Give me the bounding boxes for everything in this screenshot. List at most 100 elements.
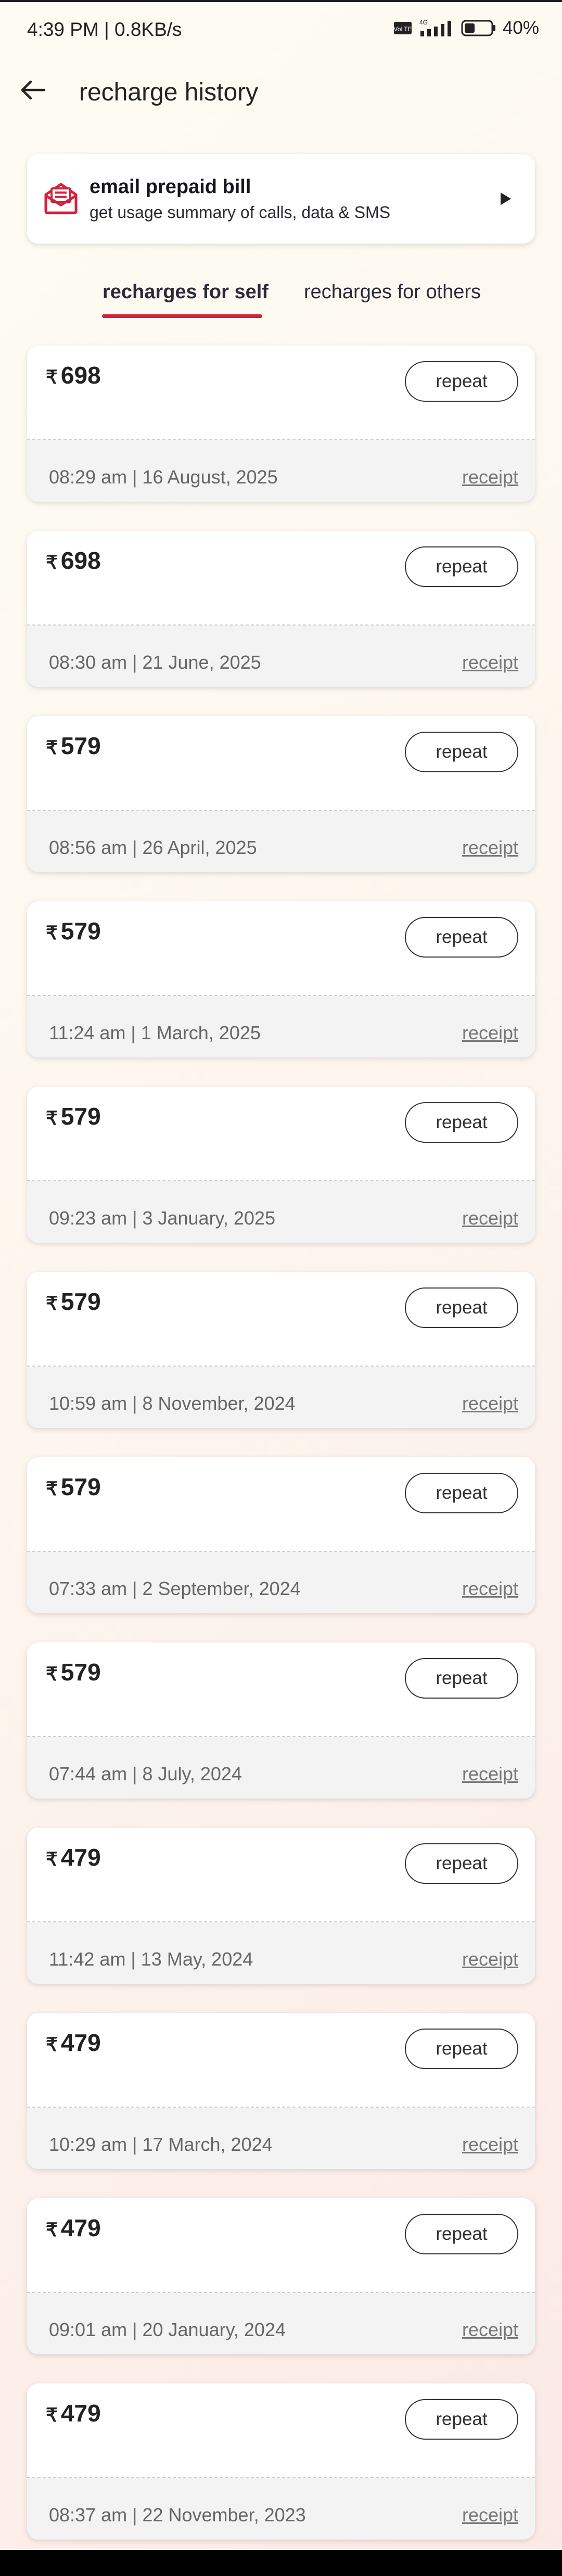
dashed-divider bbox=[27, 2292, 535, 2293]
navigation-bar bbox=[0, 2550, 562, 2576]
recharge-amount: ₹579 bbox=[46, 1473, 101, 1501]
recharge-card: ₹479 repeat 11:42 am | 13 May, 2024 receipt bbox=[27, 1828, 535, 1984]
amount-value: 479 bbox=[60, 1844, 101, 1871]
recharge-amount: ₹479 bbox=[46, 1843, 101, 1871]
rupee-symbol: ₹ bbox=[46, 2219, 58, 2240]
email-card-subtitle: get usage summary of calls, data & SMS bbox=[90, 203, 391, 222]
dashed-divider bbox=[27, 1736, 535, 1737]
repeat-button[interactable]: repeat bbox=[405, 732, 518, 772]
dashed-divider bbox=[27, 1180, 535, 1181]
repeat-button[interactable]: repeat bbox=[405, 546, 518, 587]
recharge-card: ₹479 repeat 08:37 am | 22 November, 2023 re… bbox=[27, 2383, 535, 2540]
status-icons: VoLTE 4G 40% bbox=[393, 18, 539, 39]
dashed-divider bbox=[27, 995, 535, 996]
repeat-button[interactable]: repeat bbox=[405, 2214, 518, 2254]
battery-icon bbox=[461, 20, 495, 36]
recharge-card: ₹579 repeat 09:23 am | 3 January, 2025 rece… bbox=[27, 1087, 535, 1243]
receipt-link[interactable]: receipt bbox=[462, 1022, 518, 1044]
repeat-button[interactable]: repeat bbox=[405, 1473, 518, 1513]
back-button[interactable] bbox=[16, 73, 50, 107]
receipt-link[interactable]: receipt bbox=[462, 1393, 518, 1414]
recharge-amount: ₹479 bbox=[46, 2029, 101, 2057]
recharge-datetime: 08:56 am | 26 April, 2025 bbox=[49, 837, 257, 858]
receipt-link[interactable]: receipt bbox=[462, 1207, 518, 1229]
rupee-symbol: ₹ bbox=[46, 1107, 58, 1129]
receipt-link[interactable]: receipt bbox=[462, 1763, 518, 1785]
battery-percent: 40% bbox=[502, 18, 539, 38]
rupee-symbol: ₹ bbox=[46, 1848, 58, 1870]
recharge-amount: ₹579 bbox=[46, 732, 101, 760]
recharge-card: ₹579 repeat 11:24 am | 1 March, 2025 receip… bbox=[27, 901, 535, 1057]
card-footer: 07:33 am | 2 September, 2024 receipt bbox=[27, 1552, 535, 1613]
amount-value: 579 bbox=[60, 732, 101, 759]
repeat-button[interactable]: repeat bbox=[405, 2029, 518, 2069]
dashed-divider bbox=[27, 1921, 535, 1922]
recharge-datetime: 10:29 am | 17 March, 2024 bbox=[49, 2134, 273, 2155]
receipt-link[interactable]: receipt bbox=[462, 2319, 518, 2341]
repeat-button[interactable]: repeat bbox=[405, 1287, 518, 1328]
recharge-amount: ₹698 bbox=[46, 546, 101, 575]
rupee-symbol: ₹ bbox=[46, 922, 58, 943]
amount-value: 579 bbox=[60, 1659, 101, 1686]
repeat-button[interactable]: repeat bbox=[405, 1843, 518, 1884]
amount-value: 698 bbox=[60, 547, 101, 574]
recharge-datetime: 11:42 am | 13 May, 2024 bbox=[49, 1948, 253, 1970]
recharge-card: ₹579 repeat 10:59 am | 8 November, 2024 rec… bbox=[27, 1272, 535, 1428]
card-footer: 10:59 am | 8 November, 2024 receipt bbox=[27, 1367, 535, 1428]
card-footer: 07:44 am | 8 July, 2024 receipt bbox=[27, 1737, 535, 1799]
email-card-title: email prepaid bill bbox=[90, 176, 251, 198]
receipt-link[interactable]: receipt bbox=[462, 466, 518, 488]
recharge-list: ₹698 repeat 08:29 am | 16 August, 2025 rece… bbox=[27, 346, 535, 2569]
amount-value: 579 bbox=[60, 1103, 101, 1130]
dashed-divider bbox=[27, 1551, 535, 1552]
recharge-card: ₹579 repeat 08:56 am | 26 April, 2025 recei… bbox=[27, 716, 535, 872]
recharge-card: ₹579 repeat 07:33 am | 2 September, 2024 re… bbox=[27, 1457, 535, 1613]
repeat-button[interactable]: repeat bbox=[405, 917, 518, 958]
recharge-datetime: 07:33 am | 2 September, 2024 bbox=[49, 1578, 301, 1599]
card-footer: 11:42 am | 13 May, 2024 receipt bbox=[27, 1922, 535, 1984]
receipt-link[interactable]: receipt bbox=[462, 2504, 518, 2526]
card-footer: 09:23 am | 3 January, 2025 receipt bbox=[27, 1181, 535, 1243]
envelope-icon bbox=[44, 183, 78, 214]
card-footer: 11:24 am | 1 March, 2025 receipt bbox=[27, 996, 535, 1057]
card-footer: 08:37 am | 22 November, 2023 receipt bbox=[27, 2478, 535, 2540]
card-footer: 08:30 am | 21 June, 2025 receipt bbox=[27, 626, 535, 687]
rupee-symbol: ₹ bbox=[46, 552, 58, 573]
page-title: recharge history bbox=[79, 79, 259, 106]
app-bar: recharge history bbox=[0, 57, 562, 125]
receipt-link[interactable]: receipt bbox=[462, 1578, 518, 1600]
repeat-button[interactable]: repeat bbox=[405, 1658, 518, 1699]
repeat-button[interactable]: repeat bbox=[405, 1102, 518, 1143]
recharge-datetime: 11:24 am | 1 March, 2025 bbox=[49, 1022, 261, 1043]
dashed-divider bbox=[27, 2107, 535, 2108]
receipt-link[interactable]: receipt bbox=[462, 1948, 518, 1970]
recharge-card: ₹698 repeat 08:29 am | 16 August, 2025 rece… bbox=[27, 346, 535, 502]
receipt-link[interactable]: receipt bbox=[462, 837, 518, 859]
sim-icon: VoLTE bbox=[393, 22, 412, 34]
status-bar: 4:39 PM | 0.8KB/s VoLTE 4G 40% bbox=[0, 0, 562, 57]
tab-recharges-for-others[interactable]: recharges for others bbox=[304, 281, 481, 303]
recharge-card: ₹479 repeat 09:01 am | 20 January, 2024 rec… bbox=[27, 2198, 535, 2354]
receipt-link[interactable]: receipt bbox=[462, 652, 518, 673]
recharge-datetime: 10:59 am | 8 November, 2024 bbox=[49, 1393, 296, 1414]
repeat-button[interactable]: repeat bbox=[405, 2399, 518, 2440]
active-tab-indicator bbox=[102, 314, 262, 318]
email-prepaid-bill-card[interactable]: email prepaid bill get usage summary of … bbox=[27, 154, 535, 244]
arrow-left-icon bbox=[21, 80, 46, 100]
status-time: 4:39 PM | 0.8KB/s bbox=[27, 19, 182, 40]
amount-value: 698 bbox=[60, 362, 101, 389]
card-footer: 08:56 am | 26 April, 2025 receipt bbox=[27, 811, 535, 872]
rupee-symbol: ₹ bbox=[46, 1478, 58, 1499]
play-arrow-icon bbox=[501, 193, 511, 205]
recharge-amount: ₹698 bbox=[46, 361, 101, 389]
repeat-button[interactable]: repeat bbox=[405, 361, 518, 402]
recharge-card: ₹479 repeat 10:29 am | 17 March, 2024 recei… bbox=[27, 2013, 535, 2169]
tab-recharges-for-self[interactable]: recharges for self bbox=[103, 281, 269, 303]
receipt-link[interactable]: receipt bbox=[462, 2134, 518, 2156]
recharge-amount: ₹579 bbox=[46, 1287, 101, 1316]
recharge-tabs: recharges for self recharges for others bbox=[0, 281, 562, 323]
amount-value: 579 bbox=[60, 1473, 101, 1500]
rupee-symbol: ₹ bbox=[46, 366, 58, 388]
rupee-symbol: ₹ bbox=[46, 2034, 58, 2055]
amount-value: 479 bbox=[60, 2214, 101, 2241]
